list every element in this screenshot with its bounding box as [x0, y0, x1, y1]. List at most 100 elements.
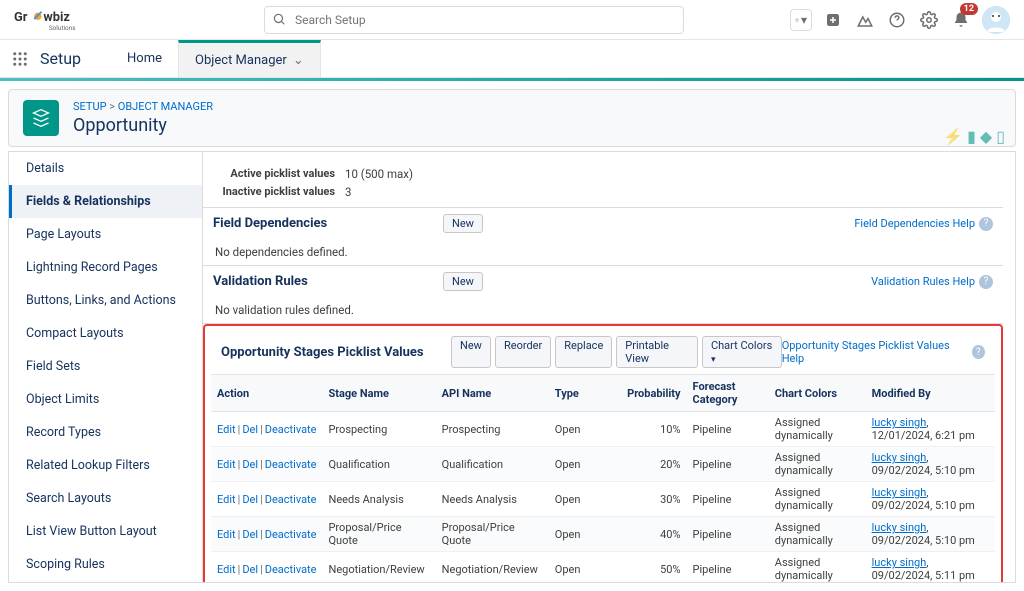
- breadcrumb-root[interactable]: SETUP: [73, 100, 107, 113]
- cell-forecast-category: Pipeline: [687, 482, 769, 517]
- cell-probability: 20%: [621, 447, 686, 482]
- deactivate-link[interactable]: Deactivate: [265, 458, 317, 471]
- picklist-help-link[interactable]: Opportunity Stages Picklist Values Help?: [782, 339, 985, 365]
- deactivate-link[interactable]: Deactivate: [265, 423, 317, 436]
- user-link[interactable]: lucky singh: [872, 521, 927, 534]
- sidebar-item-lightning-record-pages[interactable]: Lightning Record Pages: [9, 251, 202, 284]
- edit-link[interactable]: Edit: [217, 563, 236, 576]
- field-dep-help-link[interactable]: Field Dependencies Help?: [854, 217, 993, 231]
- settings-icon[interactable]: [918, 9, 940, 31]
- trailhead-icon[interactable]: [854, 9, 876, 31]
- cell-forecast-category: Pipeline: [687, 552, 769, 583]
- svg-text:wbiz: wbiz: [43, 9, 70, 24]
- del-link[interactable]: Del: [242, 423, 258, 436]
- sidebar-item-compact-layouts[interactable]: Compact Layouts: [9, 317, 202, 350]
- help-icon[interactable]: [886, 9, 908, 31]
- timestamp: 09/02/2024, 5:11 pm: [872, 569, 975, 582]
- cell-api-name: Negotiation/Review: [436, 552, 549, 583]
- col-stage-name: Stage Name: [322, 375, 435, 412]
- timestamp: 12/01/2024, 6:21 pm: [872, 429, 975, 442]
- sidebar-item-list-view-button-layout[interactable]: List View Button Layout: [9, 515, 202, 548]
- validation-help-link[interactable]: Validation Rules Help?: [871, 275, 993, 289]
- favorites-button[interactable]: ▾: [790, 9, 812, 31]
- col-modified-by: Modified By: [866, 375, 995, 412]
- sidebar-item-page-layouts[interactable]: Page Layouts: [9, 218, 202, 251]
- new-dependency-button[interactable]: New: [443, 214, 483, 233]
- chart-colors-button[interactable]: Chart Colors: [702, 336, 782, 368]
- section-title: Validation Rules: [213, 274, 443, 289]
- help-icon: ?: [979, 217, 993, 231]
- add-button[interactable]: [822, 9, 844, 31]
- table-row: Edit|Del|DeactivateQualificationQualific…: [211, 447, 995, 482]
- sidebar-item-record-types[interactable]: Record Types: [9, 416, 202, 449]
- deactivate-link[interactable]: Deactivate: [265, 563, 317, 576]
- edit-link[interactable]: Edit: [217, 528, 236, 541]
- inactive-picklist-label: Inactive picklist values: [215, 185, 345, 199]
- user-link[interactable]: lucky singh: [872, 416, 927, 429]
- cell-api-name: Qualification: [436, 447, 549, 482]
- deactivate-link[interactable]: Deactivate: [265, 493, 317, 506]
- picklist-buttons: NewReorderReplacePrintable ViewChart Col…: [451, 336, 782, 368]
- cell-stage-name: Negotiation/Review: [322, 552, 435, 583]
- sidebar-item-scoping-rules[interactable]: Scoping Rules: [9, 548, 202, 581]
- cell-forecast-category: Pipeline: [687, 517, 769, 552]
- col-forecast-category: Forecast Category: [687, 375, 769, 412]
- del-link[interactable]: Del: [242, 458, 258, 471]
- cell-type: Open: [549, 517, 621, 552]
- active-picklist-value: 10 (500 max): [345, 167, 413, 181]
- user-link[interactable]: lucky singh: [872, 451, 927, 464]
- cell-probability: 10%: [621, 412, 686, 447]
- timestamp: 09/02/2024, 5:10 pm: [872, 534, 975, 547]
- col-type: Type: [549, 375, 621, 412]
- cell-api-name: Prospecting: [436, 412, 549, 447]
- action-cell: Edit|Del|Deactivate: [211, 412, 322, 447]
- deactivate-link[interactable]: Deactivate: [265, 528, 317, 541]
- detail-scroll[interactable]: Picklist Values Used Active picklist val…: [203, 152, 1015, 582]
- object-icon: [23, 100, 59, 136]
- sidebar-item-search-layouts[interactable]: Search Layouts: [9, 482, 202, 515]
- table-row: Edit|Del|DeactivateNegotiation/ReviewNeg…: [211, 552, 995, 583]
- sidebar-item-field-sets[interactable]: Field Sets: [9, 350, 202, 383]
- sidebar-item-fields-relationships[interactable]: Fields & Relationships: [9, 185, 202, 218]
- edit-link[interactable]: Edit: [217, 458, 236, 471]
- app-launcher-icon[interactable]: [0, 50, 40, 68]
- sidebar-item-details[interactable]: Details: [9, 152, 202, 185]
- new-button[interactable]: New: [451, 336, 491, 368]
- nav-tab-object-manager[interactable]: Object Manager ⌄: [178, 40, 321, 77]
- section-picklist-used: Picklist Values Used Active picklist val…: [203, 152, 1003, 208]
- notifications-icon[interactable]: 12: [950, 9, 972, 31]
- app-nav: Setup Home Object Manager ⌄: [0, 40, 1024, 78]
- edit-link[interactable]: Edit: [217, 423, 236, 436]
- cell-chart-colors: Assigned dynamically: [769, 552, 866, 583]
- del-link[interactable]: Del: [242, 493, 258, 506]
- cell-api-name: Proposal/Price Quote: [436, 517, 549, 552]
- del-link[interactable]: Del: [242, 563, 258, 576]
- search-input[interactable]: [264, 6, 684, 34]
- breadcrumb-current[interactable]: OBJECT MANAGER: [118, 100, 213, 113]
- del-link[interactable]: Del: [242, 528, 258, 541]
- replace-button[interactable]: Replace: [555, 336, 612, 368]
- header-decoration: ⚡ ▮ ◆ ▯: [943, 127, 1005, 146]
- sidebar-item-related-lookup-filters[interactable]: Related Lookup Filters: [9, 449, 202, 482]
- sidebar-item-object-limits[interactable]: Object Limits: [9, 383, 202, 416]
- section-title: Picklist Values Used: [213, 152, 443, 153]
- action-cell: Edit|Del|Deactivate: [211, 482, 322, 517]
- nav-tab-home[interactable]: Home: [111, 40, 178, 77]
- cell-modified-by: lucky singh, 09/02/2024, 5:11 pm: [866, 552, 995, 583]
- sidebar-item-buttons-links-and-actions[interactable]: Buttons, Links, and Actions: [9, 284, 202, 317]
- user-avatar[interactable]: [982, 6, 1010, 34]
- reorder-button[interactable]: Reorder: [495, 336, 551, 368]
- user-link[interactable]: lucky singh: [872, 486, 927, 499]
- new-validation-button[interactable]: New: [443, 272, 483, 291]
- cell-stage-name: Proposal/Price Quote: [322, 517, 435, 552]
- highlighted-section: Opportunity Stages Picklist Values NewRe…: [203, 324, 1003, 582]
- section-picklist-values: Opportunity Stages Picklist Values NewRe…: [211, 330, 995, 582]
- user-link[interactable]: lucky singh: [872, 556, 927, 569]
- page-header: SETUP > OBJECT MANAGER Opportunity ⚡ ▮ ◆…: [8, 89, 1016, 147]
- edit-link[interactable]: Edit: [217, 493, 236, 506]
- object-sidebar: DetailsFields & RelationshipsPage Layout…: [8, 151, 203, 583]
- printable-view-button[interactable]: Printable View: [616, 336, 698, 368]
- sidebar-item-triggers[interactable]: Triggers: [9, 581, 202, 583]
- picklist-table: ActionStage NameAPI NameTypeProbabilityF…: [211, 374, 995, 582]
- cell-probability: 50%: [621, 552, 686, 583]
